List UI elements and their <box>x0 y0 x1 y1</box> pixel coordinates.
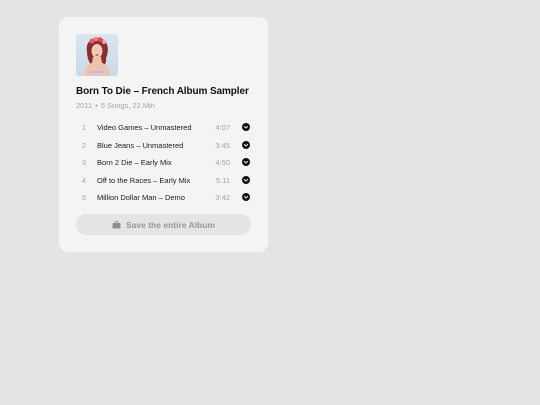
track-title: Blue Jeans – Unmastered <box>97 140 184 150</box>
track-row[interactable]: 1 Video Games – Unmastered 4:07 <box>76 118 251 136</box>
track-title: Off to the Races – Early Mix <box>97 175 191 185</box>
track-title: Born 2 Die – Early Mix <box>97 158 172 167</box>
track-number: 1 <box>81 123 87 132</box>
track-number: 2 <box>81 140 87 150</box>
download-icon[interactable] <box>242 193 250 201</box>
meta-separator: • <box>95 101 98 110</box>
save-album-label: Save the entire Album <box>126 219 215 230</box>
album-meta: 2011 • 5 Songs, 22 Min <box>76 101 155 110</box>
album-cover[interactable] <box>76 34 118 76</box>
track-title: Video Games – Unmastered <box>97 123 192 132</box>
track-number: 4 <box>81 175 87 185</box>
download-icon[interactable] <box>242 158 250 166</box>
album-cover-image <box>76 34 118 76</box>
download-icon[interactable] <box>242 123 250 131</box>
track-duration: 4:50 <box>215 158 230 167</box>
track-duration: 3:45 <box>215 140 230 150</box>
track-title: Million Dollar Man – Demo <box>97 193 185 202</box>
track-duration: 4:07 <box>215 123 230 132</box>
album-year: 2011 <box>76 101 93 110</box>
track-row[interactable]: 4 Off to the Races – Early Mix 5:11 <box>76 171 251 189</box>
album-title: Born To Die – French Album Sampler <box>76 86 249 97</box>
save-album-button[interactable]: Save the entire Album <box>76 214 251 235</box>
briefcase-icon <box>112 220 121 228</box>
track-row[interactable]: 2 Blue Jeans – Unmastered 3:45 <box>76 136 251 154</box>
track-number: 3 <box>81 158 87 167</box>
track-row[interactable]: 5 Million Dollar Man – Demo 3:42 <box>76 188 251 206</box>
track-duration: 3:42 <box>215 193 230 202</box>
track-number: 5 <box>81 193 87 202</box>
album-summary: 5 Songs, 22 Min <box>100 101 155 110</box>
track-list: 1 Video Games – Unmastered 4:07 2 Blue J… <box>76 118 251 206</box>
track-row[interactable]: 3 Born 2 Die – Early Mix 4:50 <box>76 153 251 171</box>
album-card: Born To Die – French Album Sampler 2011 •… <box>59 17 268 252</box>
download-icon[interactable] <box>242 140 250 149</box>
track-duration: 5:11 <box>215 175 230 185</box>
download-icon[interactable] <box>242 175 250 184</box>
